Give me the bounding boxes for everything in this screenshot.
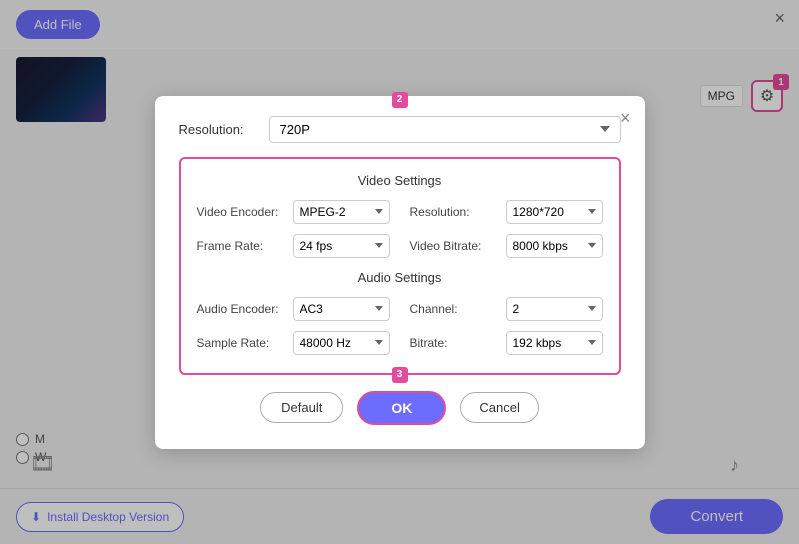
video-encoder-row: Video Encoder: MPEG-2 xyxy=(197,200,390,224)
ok-button[interactable]: OK xyxy=(357,391,446,425)
modal-overlay: × 2 Resolution: 720P Video Settings Vide… xyxy=(0,0,799,544)
badge-2: 2 xyxy=(392,92,408,108)
audio-encoder-row: Audio Encoder: AC3 xyxy=(197,297,390,321)
settings-modal: × 2 Resolution: 720P Video Settings Vide… xyxy=(155,96,645,449)
bitrate-row: Bitrate: 192 kbps xyxy=(410,331,603,355)
video-bitrate-select[interactable]: 8000 kbps xyxy=(506,234,603,258)
sample-rate-row: Sample Rate: 48000 Hz xyxy=(197,331,390,355)
resolution-select[interactable]: 720P xyxy=(269,116,621,143)
channel-label: Channel: xyxy=(410,302,498,316)
default-button[interactable]: Default xyxy=(260,392,343,423)
resolution-main-label: Resolution: xyxy=(179,122,269,137)
frame-rate-select[interactable]: 24 fps xyxy=(293,234,390,258)
sample-rate-select[interactable]: 48000 Hz xyxy=(293,331,390,355)
bitrate-select[interactable]: 192 kbps xyxy=(506,331,603,355)
video-bitrate-row: Video Bitrate: 8000 kbps xyxy=(410,234,603,258)
resolution-right-label: Resolution: xyxy=(410,205,498,219)
audio-settings-grid: Audio Encoder: AC3 Channel: 2 Sample Rat… xyxy=(197,297,603,355)
video-settings-title: Video Settings xyxy=(197,173,603,188)
settings-box: Video Settings Video Encoder: MPEG-2 Res… xyxy=(179,157,621,375)
badge-3: 3 xyxy=(392,367,408,383)
video-bitrate-label: Video Bitrate: xyxy=(410,239,498,253)
channel-select[interactable]: 2 xyxy=(506,297,603,321)
audio-encoder-label: Audio Encoder: xyxy=(197,302,285,316)
frame-rate-row: Frame Rate: 24 fps xyxy=(197,234,390,258)
resolution-row: 2 Resolution: 720P xyxy=(179,116,621,143)
bitrate-label: Bitrate: xyxy=(410,336,498,350)
audio-encoder-select[interactable]: AC3 xyxy=(293,297,390,321)
audio-settings-title: Audio Settings xyxy=(197,270,603,285)
video-encoder-select[interactable]: MPEG-2 xyxy=(293,200,390,224)
app-background: Add File × MPG ⚙ 1 M W 🎞 ♪ ⬇ Install Des… xyxy=(0,0,799,544)
video-encoder-label: Video Encoder: xyxy=(197,205,285,219)
resolution-right-select[interactable]: 1280*720 xyxy=(506,200,603,224)
modal-close-button[interactable]: × xyxy=(620,108,631,129)
modal-button-row: 3 Default OK Cancel xyxy=(179,391,621,425)
video-settings-grid: Video Encoder: MPEG-2 Resolution: 1280*7… xyxy=(197,200,603,258)
channel-row: Channel: 2 xyxy=(410,297,603,321)
cancel-button[interactable]: Cancel xyxy=(460,392,538,423)
sample-rate-label: Sample Rate: xyxy=(197,336,285,350)
frame-rate-label: Frame Rate: xyxy=(197,239,285,253)
resolution-right-row: Resolution: 1280*720 xyxy=(410,200,603,224)
